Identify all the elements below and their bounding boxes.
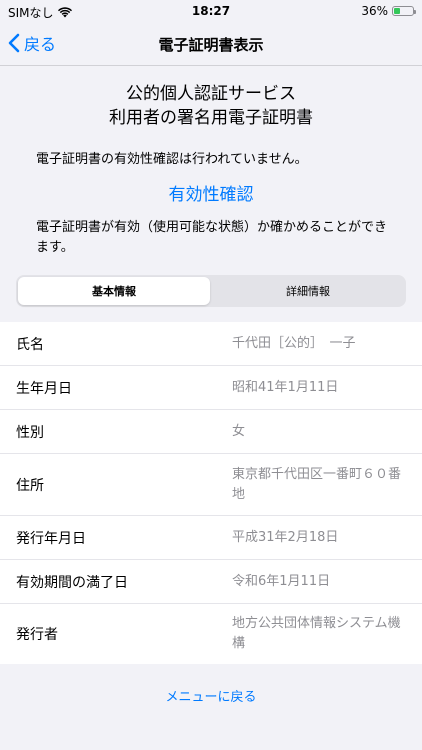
- info-row-birthdate: 生年月日 昭和41年1月11日: [0, 366, 422, 410]
- basic-info-table: 氏名 千代田［公的］ 一子 生年月日 昭和41年1月11日 性別 女 住所 東京…: [0, 322, 422, 664]
- info-value: 東京都千代田区一番町６０番地: [232, 466, 402, 502]
- validity-description: 電子証明書が有効（使用可能な状態）か確かめることができます。: [36, 220, 388, 255]
- info-row-expiry-date: 有効期間の満了日 令和6年1月11日: [0, 560, 422, 604]
- info-row-issuer: 発行者 地方公共団体情報システム機構: [0, 604, 422, 664]
- battery-percent: 36%: [361, 4, 388, 18]
- certificate-header: 公的個人認証サービス 利用者の署名用電子証明書 電子証明書の有効性確認は行われて…: [0, 66, 422, 255]
- info-label: 生年月日: [16, 380, 72, 397]
- validity-status-message: 電子証明書の有効性確認は行われていません。: [36, 152, 308, 167]
- info-row-name: 氏名 千代田［公的］ 一子: [0, 322, 422, 366]
- info-value: 令和6年1月11日: [232, 573, 331, 589]
- battery-cap: [414, 10, 416, 14]
- validity-check-link[interactable]: 有効性確認: [0, 180, 422, 205]
- page-title: 電子証明書表示: [158, 36, 264, 54]
- info-value: 女: [232, 423, 246, 439]
- service-title: 公的個人認証サービス: [126, 84, 296, 104]
- info-label: 有効期間の満了日: [16, 574, 128, 591]
- info-value: 平成31年2月18日: [232, 529, 339, 545]
- info-label: 住所: [16, 477, 44, 494]
- info-segmented-control: 基本情報 詳細情報: [16, 275, 406, 307]
- certificate-title: 利用者の署名用電子証明書: [109, 108, 313, 128]
- info-label: 性別: [16, 424, 44, 441]
- status-right: 36%: [361, 4, 416, 18]
- info-row-address: 住所 東京都千代田区一番町６０番地: [0, 454, 422, 516]
- info-row-gender: 性別 女: [0, 410, 422, 454]
- navigation-bar: 戻る 電子証明書表示: [0, 22, 422, 66]
- info-value: 地方公共団体情報システム機構: [232, 616, 401, 651]
- info-label: 発行者: [16, 627, 58, 643]
- battery-icon: [392, 6, 416, 16]
- status-bar: SIMなし 18:27 36%: [0, 0, 422, 22]
- tab-detail-info[interactable]: 詳細情報: [212, 277, 404, 305]
- info-label: 氏名: [16, 336, 44, 353]
- info-row-issue-date: 発行年月日 平成31年2月18日: [0, 516, 422, 560]
- info-label: 発行年月日: [16, 530, 86, 547]
- battery-fill: [394, 8, 401, 14]
- status-time: 18:27: [191, 4, 231, 18]
- tab-basic-info[interactable]: 基本情報: [18, 277, 210, 305]
- info-value: 昭和41年1月11日: [232, 379, 339, 395]
- back-to-menu-link[interactable]: メニューに戻る: [0, 686, 422, 705]
- info-value: 千代田［公的］ 一子: [232, 335, 356, 351]
